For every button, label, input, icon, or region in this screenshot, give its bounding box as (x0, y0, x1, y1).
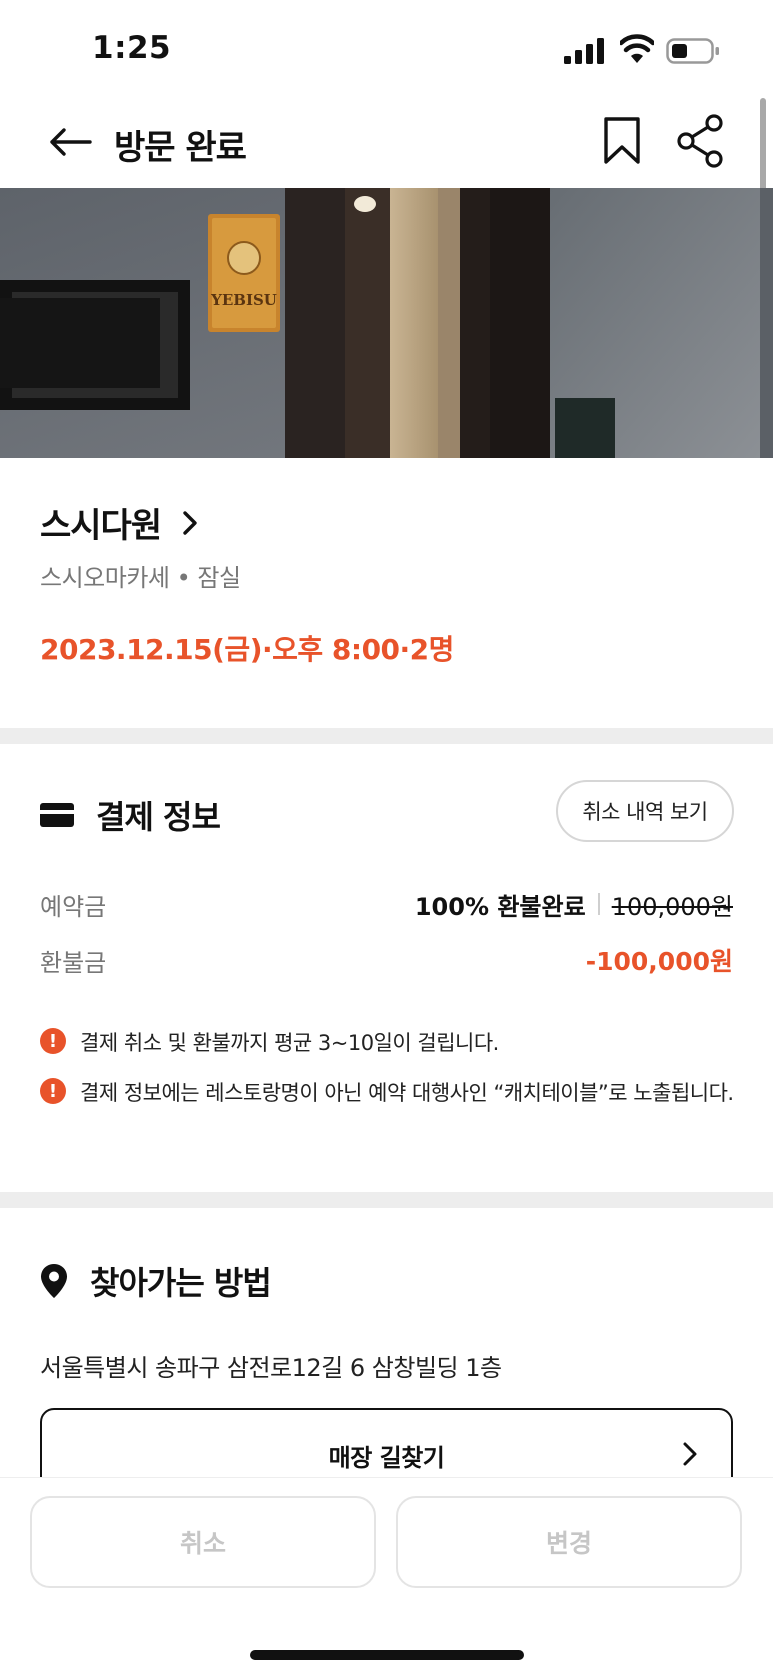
home-indicator[interactable] (250, 1650, 524, 1660)
bottom-action-bar: 취소 변경 (0, 1478, 773, 1673)
cancel-history-button[interactable]: 취소 내역 보기 (556, 780, 734, 842)
info-icon: ! (40, 1028, 66, 1054)
bookmark-button[interactable] (600, 114, 644, 168)
page-title: 방문 완료 (114, 128, 247, 168)
directions-title: 찾아가는 방법 (90, 1264, 272, 1302)
cancel-reservation-button[interactable]: 취소 (30, 1496, 376, 1588)
section-divider (0, 1192, 773, 1208)
refund-row: 환불금 -100,000원 (40, 940, 733, 980)
info-icon: ! (40, 1078, 66, 1104)
card-icon (40, 803, 74, 827)
directions-section-header: 찾아가는 방법 (40, 1258, 272, 1304)
notice-text: 결제 취소 및 환불까지 평균 3~10일이 걸립니다. (80, 1031, 499, 1055)
share-button[interactable] (676, 114, 726, 168)
deposit-row: 예약금 100% 환불완료 100,000원 (40, 884, 733, 924)
booking-datetime: 2023.12.15(금)·오후 8:00·2명 (40, 633, 454, 666)
original-amount: 100,000원 (611, 892, 733, 921)
restaurant-address: 서울특별시 송파구 삼전로12길 6 삼창빌딩 1층 (40, 1354, 502, 1382)
restaurant-photo: YEBISU (0, 188, 773, 458)
chevron-right-icon (683, 1442, 697, 1466)
change-reservation-button[interactable]: 변경 (396, 1496, 742, 1588)
deposit-label: 예약금 (40, 892, 107, 921)
status-bar: 1:25 (0, 0, 773, 96)
back-arrow-icon (50, 128, 92, 156)
restaurant-info: 스시다원 스시오마카세 • 잠실 2023.12.15(금)·오후 8:00·2… (0, 458, 773, 728)
share-icon (677, 114, 723, 168)
deposit-values: 100% 환불완료 100,000원 (415, 887, 733, 922)
bookmark-icon (604, 117, 640, 164)
value-separator (597, 893, 600, 915)
entrance-illustration: YEBISU (0, 188, 773, 458)
map-directions-label: 매장 길찾기 (328, 1444, 445, 1472)
restaurant-name: 스시다원 (40, 506, 162, 546)
wifi-icon (620, 34, 654, 63)
back-button[interactable] (46, 118, 94, 166)
chevron-right-icon (183, 510, 197, 535)
section-divider (0, 728, 773, 744)
refund-label: 환불금 (40, 948, 107, 977)
status-time: 1:25 (92, 30, 172, 66)
battery-icon (666, 38, 719, 64)
sign-text: YEBISU (210, 291, 277, 309)
refund-status: 100% 환불완료 (414, 892, 586, 921)
restaurant-category-location: 스시오마카세 • 잠실 (40, 564, 241, 592)
location-pin-icon (41, 1264, 67, 1298)
payment-notice: ! 결제 취소 및 환불까지 평균 3~10일이 걸립니다. (40, 1026, 740, 1060)
refund-amount: -100,000원 (585, 947, 733, 976)
payment-section-header: 결제 정보 (40, 792, 221, 838)
restaurant-name-link[interactable]: 스시다원 (40, 498, 201, 547)
nav-bar: 방문 완료 (0, 96, 773, 188)
payment-title: 결제 정보 (96, 798, 221, 836)
signal-icon (564, 38, 604, 64)
notice-text: 결제 정보에는 레스토랑명이 아닌 예약 대행사인 “캐치테이블”로 노출됩니다… (80, 1081, 734, 1105)
payment-notice: ! 결제 정보에는 레스토랑명이 아닌 예약 대행사인 “캐치테이블”로 노출됩… (40, 1076, 740, 1110)
